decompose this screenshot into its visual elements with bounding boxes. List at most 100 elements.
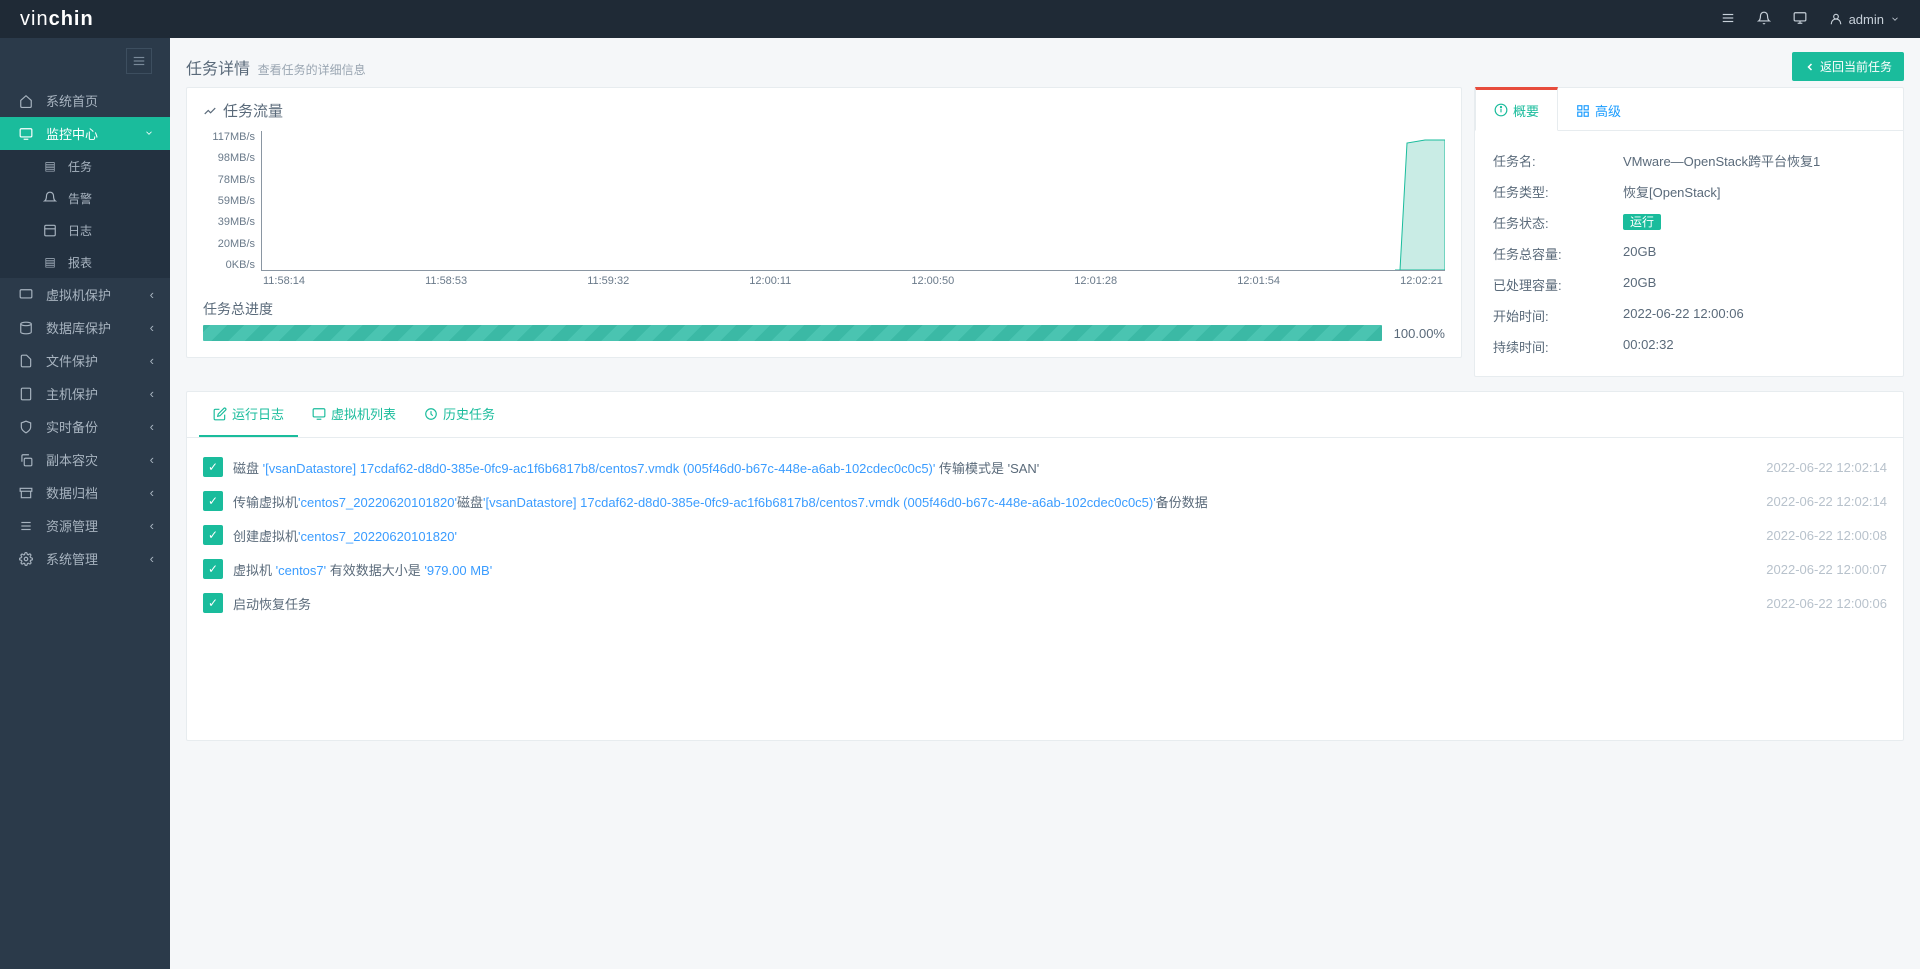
info-icon bbox=[1494, 103, 1508, 117]
traffic-panel-title: 任务流量 bbox=[203, 100, 1445, 121]
y-tick: 39MB/s bbox=[218, 216, 255, 228]
traffic-title-text: 任务流量 bbox=[223, 100, 283, 121]
host-icon bbox=[16, 387, 36, 401]
log-row: ✓传输虚拟机'centos7_20220620101820'磁盘'[vsanDa… bbox=[195, 484, 1895, 518]
btab-label: 运行日志 bbox=[232, 404, 284, 423]
traffic-chart: 117MB/s98MB/s78MB/s59MB/s39MB/s20MB/s0KB… bbox=[203, 131, 1445, 289]
nav-db-protect[interactable]: 数据库保护‹ bbox=[0, 311, 170, 344]
nav-label: 文件保护 bbox=[46, 351, 98, 370]
subnav-label: 任务 bbox=[68, 158, 92, 175]
subnav-job[interactable]: ▤任务 bbox=[0, 150, 170, 182]
page-header: 任务详情 查看任务的详细信息 返回当前任务 bbox=[186, 52, 1904, 81]
status-badge: 运行 bbox=[1623, 214, 1661, 230]
info-value: 20GB bbox=[1623, 275, 1885, 294]
btab-history[interactable]: 历史任务 bbox=[410, 392, 509, 437]
bottom-tabs: 运行日志 虚拟机列表 历史任务 bbox=[187, 392, 1903, 438]
nav-home[interactable]: 系统首页 bbox=[0, 84, 170, 117]
y-tick: 0KB/s bbox=[226, 259, 255, 271]
nav-label: 实时备份 bbox=[46, 417, 98, 436]
monitor-icon bbox=[312, 407, 326, 421]
chevron-left-icon: ‹ bbox=[150, 518, 154, 533]
btab-vmlist[interactable]: 虚拟机列表 bbox=[298, 392, 410, 437]
nav-host-protect[interactable]: 主机保护‹ bbox=[0, 377, 170, 410]
progress-bar bbox=[203, 325, 1382, 341]
file-icon bbox=[16, 354, 36, 368]
y-tick: 59MB/s bbox=[218, 195, 255, 207]
nav-realtime[interactable]: 实时备份 ‹ bbox=[0, 410, 170, 443]
btab-label: 虚拟机列表 bbox=[331, 404, 396, 423]
nav-vm-protect[interactable]: 虚拟机保护‹ bbox=[0, 278, 170, 311]
info-row: 已处理容量:20GB bbox=[1493, 269, 1885, 300]
traffic-panel: 任务流量 117MB/s98MB/s78MB/s59MB/s39MB/s20MB… bbox=[186, 87, 1462, 358]
tab-overview[interactable]: 概要 bbox=[1475, 87, 1558, 131]
database-icon bbox=[16, 321, 36, 335]
info-label: 任务名: bbox=[1493, 151, 1623, 170]
x-tick: 12:01:28 bbox=[1074, 275, 1117, 287]
info-tabs: 概要 高级 bbox=[1475, 88, 1903, 131]
back-btn-label: 返回当前任务 bbox=[1820, 58, 1892, 75]
chart-plot bbox=[261, 131, 1445, 271]
log-row: ✓磁盘 '[vsanDatastore] 17cdaf62-d8d0-385e-… bbox=[195, 450, 1895, 484]
nav-system[interactable]: 系统管理‹ bbox=[0, 542, 170, 575]
tab-label: 概要 bbox=[1513, 101, 1539, 120]
tab-advanced[interactable]: 高级 bbox=[1558, 88, 1639, 130]
nav-archive[interactable]: 数据归档‹ bbox=[0, 476, 170, 509]
info-row: 任务状态:运行 bbox=[1493, 207, 1885, 238]
log-row: ✓启动恢复任务2022-06-22 12:00:06 bbox=[195, 586, 1895, 620]
history-icon bbox=[424, 407, 438, 421]
subnav-report[interactable]: ▤报表 bbox=[0, 246, 170, 278]
vm-icon bbox=[16, 288, 36, 302]
y-tick: 117MB/s bbox=[212, 131, 255, 143]
x-tick: 11:58:53 bbox=[425, 275, 467, 287]
info-label: 任务状态: bbox=[1493, 213, 1623, 232]
log-timestamp: 2022-06-22 12:02:14 bbox=[1766, 494, 1887, 509]
menu-icon[interactable] bbox=[1721, 11, 1735, 28]
nav-replica[interactable]: 副本容灾‹ bbox=[0, 443, 170, 476]
info-row: 开始时间:2022-06-22 12:00:06 bbox=[1493, 300, 1885, 331]
bell-icon[interactable] bbox=[1757, 11, 1771, 28]
nav-file-protect[interactable]: 文件保护‹ bbox=[0, 344, 170, 377]
subnav-log[interactable]: 日志 bbox=[0, 214, 170, 246]
log-timestamp: 2022-06-22 12:00:06 bbox=[1766, 596, 1887, 611]
subnav-label: 告警 bbox=[68, 190, 92, 207]
info-value: VMware—OpenStack跨平台恢复1 bbox=[1623, 151, 1885, 170]
monitor-icon[interactable] bbox=[1793, 11, 1807, 28]
y-tick: 98MB/s bbox=[218, 152, 255, 164]
sidebar-collapse-button[interactable] bbox=[126, 48, 152, 74]
subnav-alert[interactable]: 告警 bbox=[0, 182, 170, 214]
info-label: 持续时间: bbox=[1493, 337, 1623, 356]
info-row: 任务类型:恢复[OpenStack] bbox=[1493, 176, 1885, 207]
chart-y-axis: 117MB/s98MB/s78MB/s59MB/s39MB/s20MB/s0KB… bbox=[203, 131, 261, 271]
log-row: ✓虚拟机 'centos7' 有效数据大小是 '979.00 MB'2022-0… bbox=[195, 552, 1895, 586]
arrow-left-icon bbox=[1804, 61, 1816, 73]
btab-label: 历史任务 bbox=[443, 404, 495, 423]
back-to-task-button[interactable]: 返回当前任务 bbox=[1792, 52, 1904, 81]
nav-monitor[interactable]: 监控中心 bbox=[0, 117, 170, 150]
nav-resource[interactable]: 资源管理 ‹ bbox=[0, 509, 170, 542]
sliders-icon bbox=[16, 519, 36, 533]
chevron-left-icon: ‹ bbox=[150, 419, 154, 434]
user-menu[interactable]: admin bbox=[1829, 12, 1900, 27]
info-value: 运行 bbox=[1623, 213, 1885, 232]
report-icon: ▤ bbox=[40, 255, 60, 269]
log-timestamp: 2022-06-22 12:00:07 bbox=[1766, 562, 1887, 577]
nav-label: 系统首页 bbox=[46, 91, 98, 110]
x-tick: 11:58:14 bbox=[263, 275, 305, 287]
log-message: 启动恢复任务 bbox=[233, 594, 1766, 613]
sidebar-toggle-row bbox=[0, 38, 170, 84]
nav-label: 数据归档 bbox=[46, 483, 98, 502]
gear-icon bbox=[16, 552, 36, 566]
topbar-right: admin bbox=[1721, 11, 1900, 28]
y-tick: 78MB/s bbox=[218, 174, 255, 186]
logo-part1: vin bbox=[20, 8, 49, 30]
home-icon bbox=[16, 94, 36, 108]
sidebar: 系统首页 监控中心 ▤任务 告警 日志 ▤报表 虚拟机保护‹ 数据库保护‹ 文件… bbox=[0, 38, 170, 969]
nav-label: 虚拟机保护 bbox=[46, 285, 111, 304]
check-icon: ✓ bbox=[203, 559, 223, 579]
nav-label: 资源管理 bbox=[46, 516, 98, 535]
log-message: 磁盘 '[vsanDatastore] 17cdaf62-d8d0-385e-0… bbox=[233, 458, 1766, 477]
calendar-icon bbox=[40, 223, 60, 237]
nav-label: 副本容灾 bbox=[46, 450, 98, 469]
btab-log[interactable]: 运行日志 bbox=[199, 392, 298, 437]
archive-icon bbox=[16, 486, 36, 500]
